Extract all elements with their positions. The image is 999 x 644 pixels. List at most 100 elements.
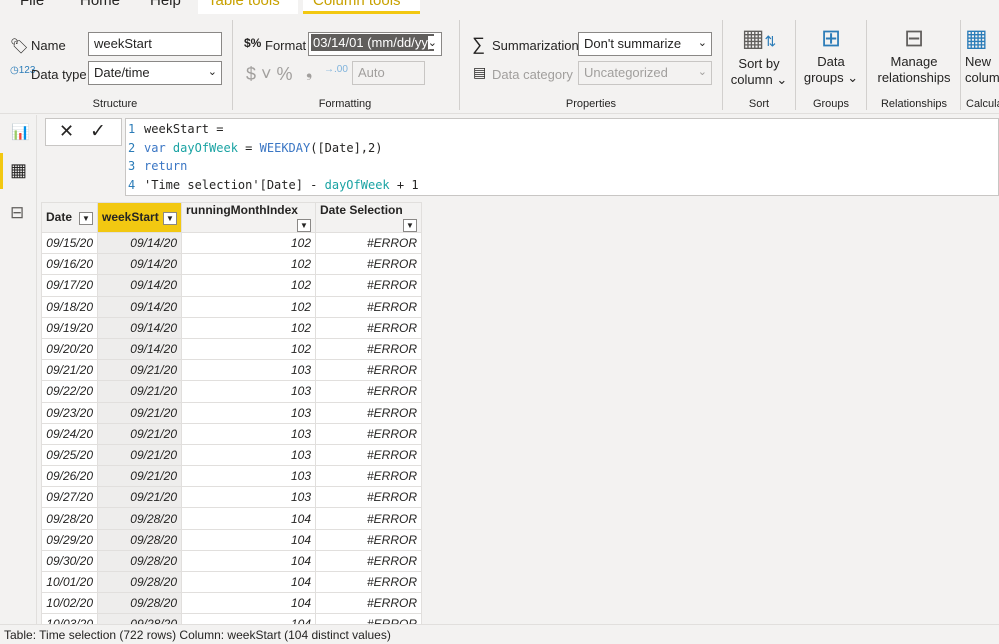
table-cell[interactable]: 09/28/20 xyxy=(97,507,182,530)
table-cell[interactable]: 09/14/20 xyxy=(97,253,182,276)
table-cell[interactable]: 103 xyxy=(181,380,316,403)
table-cell[interactable]: 09/28/20 xyxy=(97,592,182,615)
table-cell[interactable]: 09/28/20 xyxy=(97,570,182,594)
table-cell[interactable]: 09/16/20 xyxy=(41,253,98,276)
table-cell[interactable]: 102 xyxy=(181,231,316,255)
filter-dropdown-icon[interactable]: ▼ xyxy=(403,219,417,232)
datatype-select[interactable]: Date/time ⌄ xyxy=(88,61,222,85)
model-view-icon[interactable]: ⊟ xyxy=(10,203,24,223)
table-cell[interactable]: #ERROR xyxy=(315,380,422,403)
table-cell[interactable]: 09/22/20 xyxy=(41,380,98,403)
table-cell[interactable]: 09/17/20 xyxy=(41,274,98,297)
table-cell[interactable]: 104 xyxy=(181,549,316,573)
table-cell[interactable]: 09/20/20 xyxy=(41,337,98,361)
tab-home[interactable]: Home xyxy=(70,0,130,14)
table-cell[interactable]: 09/28/20 xyxy=(41,507,98,530)
table-cell[interactable]: #ERROR xyxy=(315,528,422,551)
table-cell[interactable]: #ERROR xyxy=(315,570,422,594)
decimal-places-input[interactable]: Auto xyxy=(352,61,425,85)
table-cell[interactable]: 103 xyxy=(181,465,316,488)
table-cell[interactable]: 09/28/20 xyxy=(97,549,182,573)
table-cell[interactable]: 09/21/20 xyxy=(97,422,182,445)
table-cell[interactable]: 09/30/20 xyxy=(41,549,98,573)
table-cell[interactable]: 09/14/20 xyxy=(97,316,182,339)
table-cell[interactable]: #ERROR xyxy=(315,359,422,382)
table-cell[interactable]: 102 xyxy=(181,295,316,318)
filter-dropdown-icon[interactable]: ▼ xyxy=(79,212,93,225)
tab-table-tools[interactable]: Table tools xyxy=(198,0,298,14)
table-cell[interactable]: 10/01/20 xyxy=(41,570,98,594)
name-input[interactable]: weekStart xyxy=(88,32,222,56)
table-cell[interactable]: 104 xyxy=(181,507,316,530)
filter-dropdown-icon[interactable]: ▼ xyxy=(297,219,311,232)
table-cell[interactable]: 102 xyxy=(181,337,316,361)
comma-icon[interactable]: ❟ xyxy=(306,64,312,82)
table-cell[interactable]: 09/14/20 xyxy=(97,337,182,361)
column-header[interactable]: Date ▼ xyxy=(41,202,98,233)
table-cell[interactable]: 09/21/20 xyxy=(41,359,98,382)
table-cell[interactable]: 102 xyxy=(181,316,316,339)
column-header[interactable]: Date Selection ▼ xyxy=(315,202,422,233)
table-cell[interactable]: 09/14/20 xyxy=(97,231,182,255)
table-cell[interactable]: 103 xyxy=(181,443,316,467)
table-cell[interactable]: 103 xyxy=(181,359,316,382)
table-cell[interactable]: #ERROR xyxy=(315,274,422,297)
report-view-icon[interactable]: 📊 xyxy=(11,123,30,141)
manage-relationships-button[interactable]: ⊟ Manage relationships xyxy=(868,24,960,86)
table-cell[interactable]: 09/21/20 xyxy=(97,380,182,403)
column-header[interactable]: runningMonthIndex ▼ xyxy=(181,202,316,233)
data-groups-button[interactable]: ⊞ Data groups ⌄ xyxy=(798,24,864,86)
table-cell[interactable]: #ERROR xyxy=(315,401,422,424)
table-cell[interactable]: #ERROR xyxy=(315,295,422,318)
table-cell[interactable]: 104 xyxy=(181,528,316,551)
column-header[interactable]: weekStart ▼ xyxy=(97,202,182,233)
table-cell[interactable]: #ERROR xyxy=(315,486,422,509)
table-cell[interactable]: 09/27/20 xyxy=(41,486,98,509)
table-cell[interactable]: #ERROR xyxy=(315,253,422,276)
table-cell[interactable]: 09/23/20 xyxy=(41,401,98,424)
tab-file[interactable]: File xyxy=(10,0,54,14)
table-cell[interactable]: 09/18/20 xyxy=(41,295,98,318)
filter-dropdown-icon[interactable]: ▼ xyxy=(163,212,177,225)
new-column-button[interactable]: ▦ New column xyxy=(965,24,999,86)
data-category-select[interactable]: Uncategorized ⌄ xyxy=(578,61,712,85)
table-cell[interactable]: #ERROR xyxy=(315,549,422,573)
table-cell[interactable]: #ERROR xyxy=(315,465,422,488)
table-cell[interactable]: #ERROR xyxy=(315,507,422,530)
table-cell[interactable]: #ERROR xyxy=(315,316,422,339)
decimal-icon[interactable]: →.00 xyxy=(324,64,348,75)
table-cell[interactable]: #ERROR xyxy=(315,443,422,467)
table-cell[interactable]: 09/28/20 xyxy=(97,528,182,551)
table-cell[interactable]: 09/24/20 xyxy=(41,422,98,445)
table-cell[interactable]: 09/21/20 xyxy=(97,401,182,424)
table-cell[interactable]: 09/29/20 xyxy=(41,528,98,551)
tab-help[interactable]: Help xyxy=(140,0,191,14)
table-cell[interactable]: #ERROR xyxy=(315,422,422,445)
tab-column-tools[interactable]: Column tools xyxy=(303,0,420,14)
table-cell[interactable]: #ERROR xyxy=(315,231,422,255)
table-cell[interactable]: 103 xyxy=(181,422,316,445)
table-cell[interactable]: 09/21/20 xyxy=(97,465,182,488)
cancel-formula-icon[interactable]: ✕ xyxy=(59,121,74,142)
table-cell[interactable]: 09/25/20 xyxy=(41,443,98,467)
table-cell[interactable]: 10/02/20 xyxy=(41,592,98,615)
table-cell[interactable]: 09/26/20 xyxy=(41,465,98,488)
table-cell[interactable]: #ERROR xyxy=(315,592,422,615)
table-cell[interactable]: #ERROR xyxy=(315,337,422,361)
currency-icon[interactable]: $ ˅ % xyxy=(246,64,293,85)
table-cell[interactable]: 104 xyxy=(181,592,316,615)
table-cell[interactable]: 09/21/20 xyxy=(97,359,182,382)
table-cell[interactable]: 09/14/20 xyxy=(97,274,182,297)
format-select[interactable]: 03/14/01 (mm/dd/yy) ⌄ xyxy=(308,32,442,56)
table-cell[interactable]: 09/21/20 xyxy=(97,443,182,467)
table-cell[interactable]: 09/19/20 xyxy=(41,316,98,339)
table-cell[interactable]: 09/21/20 xyxy=(97,486,182,509)
formula-bar[interactable]: 1 weekStart = 2 var dayOfWeek = WEEKDAY([D… xyxy=(125,118,999,196)
summarization-select[interactable]: Don't summarize ⌄ xyxy=(578,32,712,56)
commit-formula-icon[interactable]: ✓ xyxy=(90,120,106,143)
sort-by-column-button[interactable]: ▦⇅ Sort by column ⌄ xyxy=(726,24,792,88)
table-cell[interactable]: 103 xyxy=(181,486,316,509)
table-cell[interactable]: 104 xyxy=(181,570,316,594)
table-cell[interactable]: 102 xyxy=(181,274,316,297)
data-view-icon[interactable]: ▦ xyxy=(10,160,27,181)
